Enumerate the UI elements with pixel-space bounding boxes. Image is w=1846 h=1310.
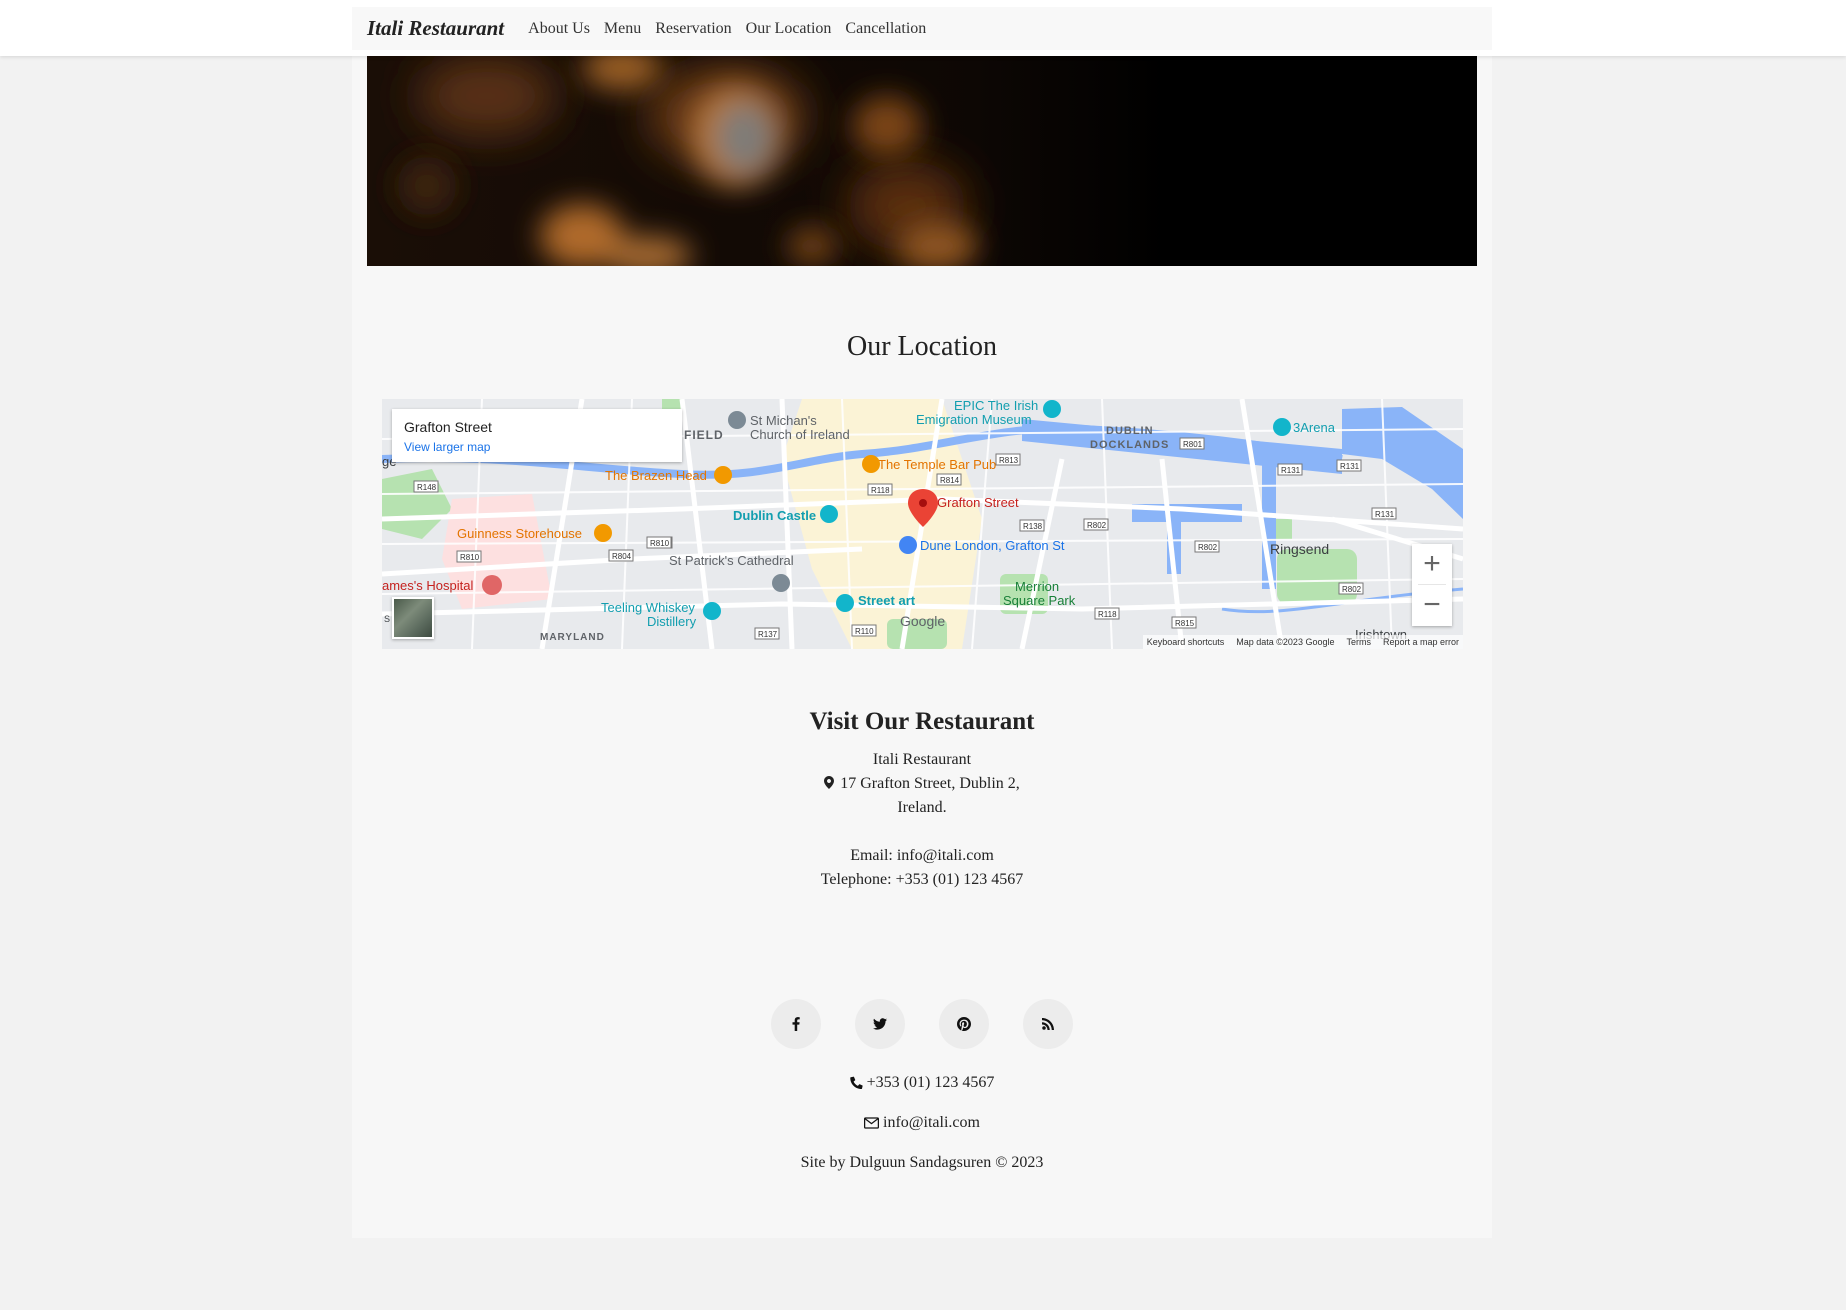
footer-email-text[interactable]: info@itali.com	[883, 1114, 980, 1131]
zoom-out-button[interactable]: −	[1412, 585, 1452, 625]
report-map-error-link[interactable]: Report a map error	[1383, 637, 1459, 647]
top-bar: Itali Restaurant About Us Menu Reservati…	[0, 0, 1846, 56]
pinterest-icon	[957, 1017, 971, 1031]
terms-link[interactable]: Terms	[1346, 637, 1371, 647]
pinterest-button[interactable]	[939, 999, 989, 1049]
email-line: Email: info@itali.com	[850, 847, 994, 864]
facebook-button[interactable]	[771, 999, 821, 1049]
telephone-line: Telephone: +353 (01) 123 4567	[820, 871, 1024, 888]
our-location-title: Our Location	[846, 331, 998, 362]
satellite-toggle[interactable]	[392, 597, 434, 639]
footer-email: info@itali.com	[352, 1114, 1492, 1132]
map-card-place: Grafton Street	[404, 419, 492, 435]
brand-logo[interactable]: Itali Restaurant	[367, 16, 504, 41]
google-map[interactable]: R148 R810 R810	[382, 399, 1463, 649]
facebook-icon	[792, 1017, 800, 1031]
hero-image	[367, 56, 1477, 266]
zoom-control: + −	[1412, 544, 1452, 626]
nav-reservation[interactable]: Reservation	[655, 20, 731, 38]
nav-cancellation[interactable]: Cancellation	[845, 20, 926, 38]
footer-phone: +353 (01) 123 4567	[352, 1074, 1492, 1092]
keyboard-shortcuts-link[interactable]: Keyboard shortcuts	[1147, 637, 1225, 647]
view-larger-map-link[interactable]: View larger map	[404, 440, 490, 454]
map-data-attribution: Map data ©2023 Google	[1236, 637, 1335, 647]
twitter-button[interactable]	[855, 999, 905, 1049]
address-line-2: Ireland.	[897, 799, 947, 816]
svg-text:R810: R810	[460, 553, 480, 562]
rss-icon	[1042, 1018, 1054, 1030]
nav-about-us[interactable]: About Us	[528, 20, 590, 38]
map-place-card: Grafton Street View larger map	[392, 409, 682, 462]
map-marker-icon	[824, 776, 835, 789]
nav-our-location[interactable]: Our Location	[746, 20, 832, 38]
zoom-in-button[interactable]: +	[1412, 544, 1452, 584]
address-spacer	[352, 820, 1492, 844]
svg-text:R148: R148	[417, 483, 437, 492]
address-line-1: 17 Grafton Street, Dublin 2,	[352, 772, 1492, 796]
visit-title: Visit Our Restaurant	[809, 708, 1035, 735]
phone-icon	[849, 1076, 863, 1089]
envelope-icon	[864, 1117, 880, 1129]
address-block: Itali Restaurant 17 Grafton Street, Dubl…	[352, 748, 1492, 892]
navbar: Itali Restaurant About Us Menu Reservati…	[352, 7, 1492, 50]
site-credit: Site by Dulguun Sandagsuren © 2023	[800, 1154, 1044, 1171]
social-links	[352, 999, 1492, 1049]
footer-phone-text: +353 (01) 123 4567	[866, 1074, 995, 1091]
rss-button[interactable]	[1023, 999, 1073, 1049]
nav-menu[interactable]: Menu	[604, 20, 641, 38]
address-street: 17 Grafton Street, Dublin 2,	[840, 775, 1020, 792]
restaurant-name: Itali Restaurant	[872, 751, 972, 768]
map-footer: Keyboard shortcuts Map data ©2023 Google…	[1142, 635, 1463, 649]
main-container: Our Location R148 R810 EPIC The Irish Em…	[352, 56, 1492, 1238]
twitter-icon	[873, 1018, 887, 1030]
